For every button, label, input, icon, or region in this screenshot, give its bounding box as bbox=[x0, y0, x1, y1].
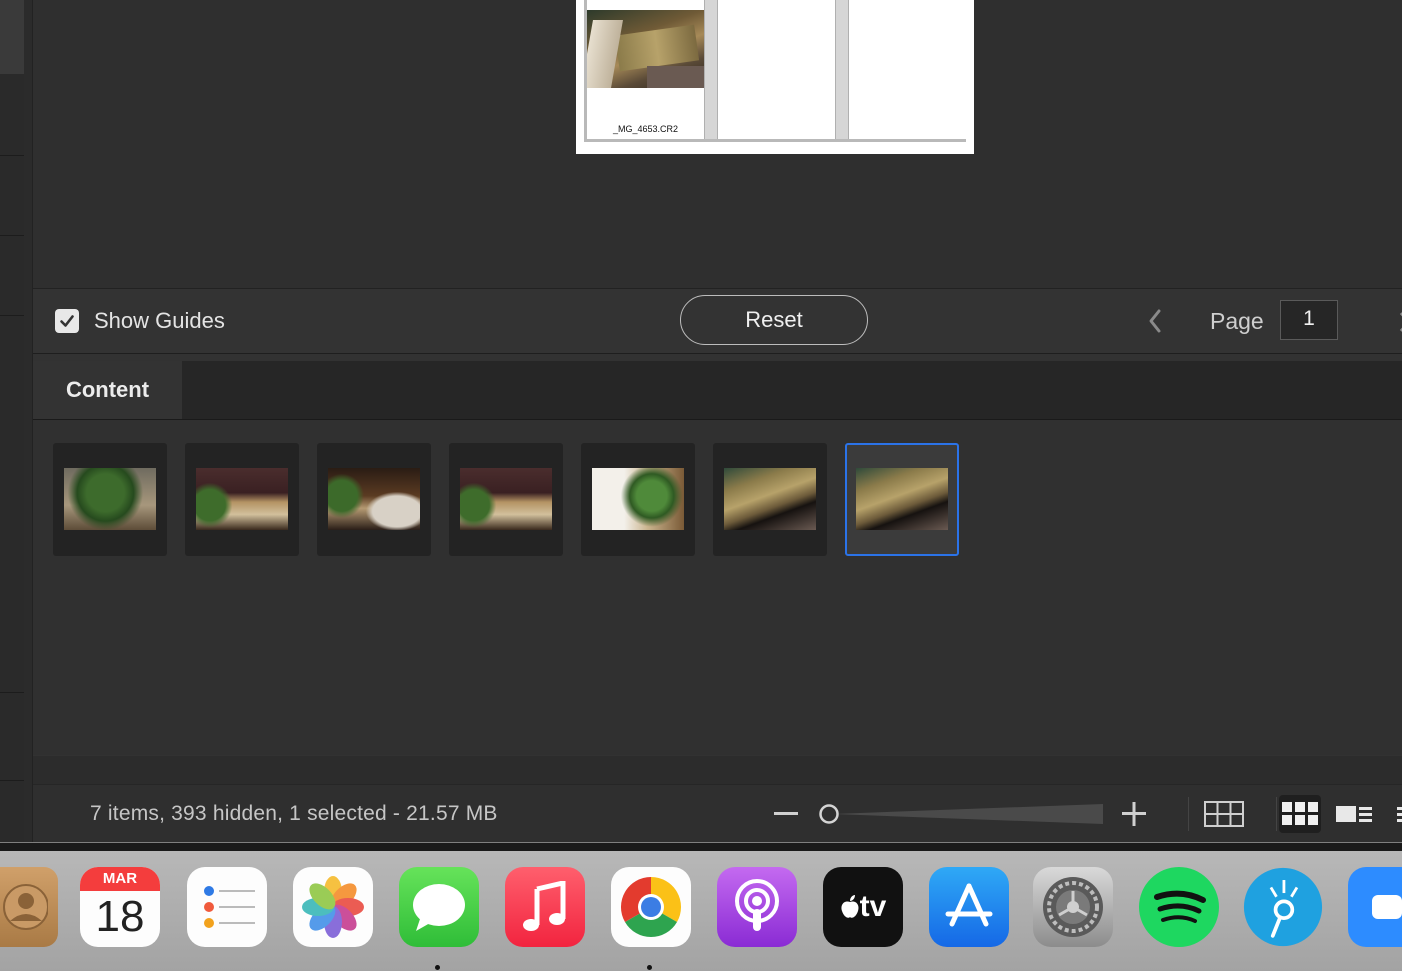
thumbnail-image bbox=[64, 468, 156, 530]
panel-gutter[interactable] bbox=[24, 0, 33, 842]
dock-contacts-icon[interactable] bbox=[0, 867, 58, 947]
contact-sheet-cell: _MG_4653.CR2 bbox=[587, 0, 704, 139]
tv-label: tv bbox=[859, 890, 887, 923]
dock-chrome-icon[interactable] bbox=[611, 867, 691, 947]
thumbnail-image bbox=[592, 468, 684, 530]
contact-sheet-grid: _MG_4653.CR2 bbox=[584, 0, 966, 142]
thumbnail[interactable] bbox=[581, 443, 695, 556]
chevron-left-icon[interactable] bbox=[1145, 307, 1165, 335]
thumbnail-image bbox=[724, 468, 816, 530]
dock-top-edge bbox=[0, 843, 1402, 851]
thumbnail-image bbox=[856, 468, 948, 530]
dock-podcasts-icon[interactable] bbox=[717, 867, 797, 947]
contact-sheet-page: _MG_4653.CR2 bbox=[576, 0, 974, 154]
thumbnail-size-slider[interactable] bbox=[819, 801, 1103, 827]
thumbnail[interactable] bbox=[185, 443, 299, 556]
grid-small-icon bbox=[1282, 802, 1318, 825]
rail-divider bbox=[0, 780, 24, 781]
thumbnail-strip bbox=[53, 443, 959, 556]
cell-divider bbox=[835, 0, 849, 139]
items-summary-text: 7 items, 393 hidden, 1 selected - 21.57 … bbox=[90, 802, 498, 825]
dock-music-icon[interactable] bbox=[505, 867, 585, 947]
apple-logo-icon bbox=[841, 895, 859, 918]
tab-content[interactable]: Content bbox=[33, 361, 182, 419]
small-grid-view-button[interactable] bbox=[1279, 795, 1321, 833]
running-indicator bbox=[647, 965, 652, 970]
toolbar-separator bbox=[1188, 797, 1189, 831]
photo-filename-caption: _MG_4653.CR2 bbox=[612, 124, 679, 134]
dock-apple-tv-icon[interactable]: tv bbox=[823, 867, 903, 947]
show-guides-label: Show Guides bbox=[94, 308, 225, 333]
status-bar-spacer bbox=[33, 756, 1402, 784]
thumbnail[interactable] bbox=[449, 443, 563, 556]
dock-spotify-icon[interactable] bbox=[1139, 867, 1219, 947]
rail-divider bbox=[0, 315, 24, 316]
rail-divider bbox=[0, 235, 24, 236]
content-panel-header: Content bbox=[33, 361, 1402, 420]
contact-sheet-photo bbox=[587, 10, 704, 88]
reset-button[interactable]: Reset bbox=[680, 295, 868, 345]
calendar-day: 18 bbox=[95, 892, 145, 941]
page-number-input[interactable]: 1 bbox=[1280, 300, 1338, 340]
thumbnail-image bbox=[196, 468, 288, 530]
dock-app-store-icon[interactable] bbox=[929, 867, 1009, 947]
large-grid-view-button[interactable] bbox=[1203, 795, 1245, 833]
thumbnail[interactable] bbox=[53, 443, 167, 556]
thumbnail-image bbox=[328, 468, 420, 530]
zoom-out-icon[interactable] bbox=[773, 799, 799, 829]
dock-system-preferences-icon[interactable] bbox=[1033, 867, 1113, 947]
rail-divider bbox=[0, 692, 24, 693]
calendar-month: MAR bbox=[80, 867, 160, 891]
checkmark-icon bbox=[60, 315, 74, 327]
contact-sheet-cell-empty bbox=[849, 0, 966, 139]
detail-view-button[interactable] bbox=[1395, 795, 1402, 833]
rail-active-block bbox=[0, 0, 24, 74]
macos-dock: MAR 18 tv bbox=[0, 842, 1402, 971]
dock-calendar-icon[interactable]: MAR 18 bbox=[80, 867, 160, 947]
dock-presentation-app-icon[interactable] bbox=[1243, 867, 1323, 947]
list-view-button[interactable] bbox=[1335, 795, 1373, 833]
page-label: Page bbox=[1210, 308, 1264, 334]
thumbnail[interactable] bbox=[317, 443, 431, 556]
left-panel-rail bbox=[0, 0, 25, 842]
content-panel bbox=[33, 420, 1402, 755]
detail-view-icon bbox=[1397, 807, 1402, 822]
cell-divider bbox=[704, 0, 718, 139]
status-bar: 7 items, 393 hidden, 1 selected - 21.57 … bbox=[33, 784, 1402, 843]
chevron-right-icon[interactable] bbox=[1395, 309, 1402, 335]
preview-control-bar: Show Guides Reset Page 1 bbox=[33, 288, 1402, 354]
running-indicator bbox=[435, 965, 440, 970]
thumbnail-selected[interactable] bbox=[845, 443, 959, 556]
dock-reminders-icon[interactable] bbox=[187, 867, 267, 947]
show-guides-checkbox[interactable] bbox=[55, 309, 79, 333]
contact-sheet-cell-empty bbox=[718, 0, 835, 139]
thumbnail[interactable] bbox=[713, 443, 827, 556]
dock-zoom-icon[interactable] bbox=[1348, 867, 1402, 947]
zoom-in-icon[interactable] bbox=[1121, 799, 1147, 829]
show-guides-toggle[interactable]: Show Guides bbox=[55, 308, 225, 334]
rail-divider bbox=[0, 155, 24, 156]
toolbar-separator bbox=[1276, 797, 1277, 831]
list-view-icon bbox=[1336, 806, 1372, 822]
thumbnail-image bbox=[460, 468, 552, 530]
dock-photos-icon[interactable] bbox=[293, 867, 373, 947]
grid-large-icon bbox=[1204, 801, 1244, 827]
dock-messages-icon[interactable] bbox=[399, 867, 479, 947]
